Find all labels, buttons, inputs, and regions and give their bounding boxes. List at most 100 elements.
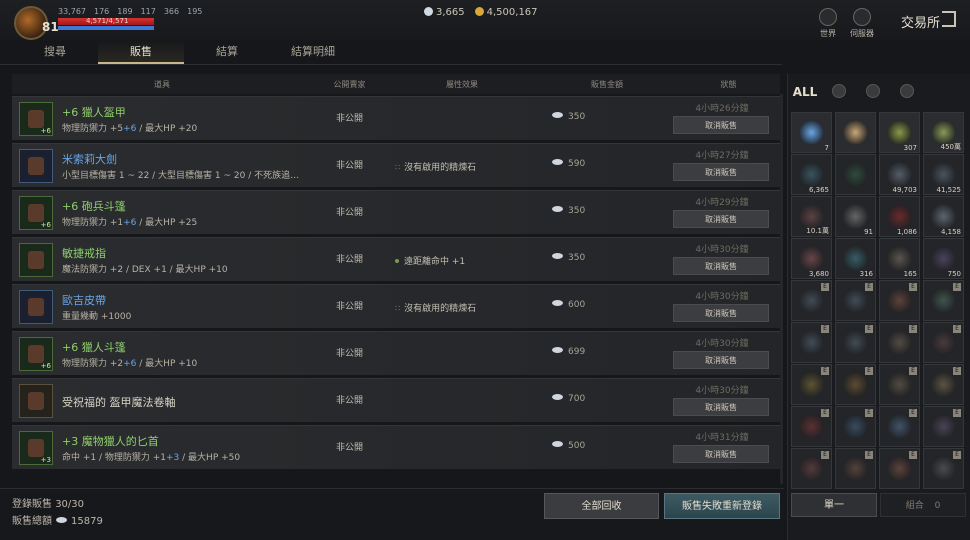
public-seller: 非公開	[335, 255, 363, 265]
price-value: 350	[568, 112, 586, 122]
item-icon	[843, 414, 868, 439]
cancel-sale-button[interactable]: 取消販售	[673, 351, 769, 369]
attribute-effect: ∷ 沒有啟用的精煉石	[395, 301, 476, 314]
tab-search[interactable]: 搜尋	[12, 40, 98, 64]
inventory-slot[interactable]: E	[835, 322, 876, 363]
enchant-level: +6	[40, 221, 51, 229]
item-icon[interactable]: +3	[19, 431, 53, 465]
inventory-slot[interactable]: E	[879, 322, 920, 363]
sale-price: 699	[552, 347, 585, 357]
public-seller: 非公開	[335, 208, 363, 218]
inventory-slot[interactable]: E	[879, 280, 920, 321]
table-row[interactable]: 米索莉大劍小型目標傷害 1 ~ 22 / 大型目標傷害 1 ~ 20 / 不死族…	[12, 143, 780, 187]
scrollbar[interactable]	[780, 94, 783, 484]
cancel-sale-button[interactable]: 取消販售	[673, 116, 769, 134]
inventory-slot[interactable]: 750	[923, 238, 964, 279]
crystal-icon	[552, 112, 563, 118]
inventory-slot[interactable]: 49,703	[879, 154, 920, 195]
filter-consumable[interactable]	[856, 83, 890, 101]
cancel-sale-button[interactable]: 取消販售	[673, 257, 769, 275]
filter-all[interactable]: ALL	[788, 85, 822, 99]
server-button[interactable]: 伺服器	[842, 8, 882, 39]
inventory-slot[interactable]: 316	[835, 238, 876, 279]
table-row[interactable]: 歐吉皮帶 重量幾動 +1000 非公開 ∷ 沒有啟用的精煉石 600 4小時30分鐘 取消販售	[12, 284, 780, 328]
inventory-slot[interactable]: 10.1萬	[791, 196, 832, 237]
inventory-slot[interactable]: 91	[835, 196, 876, 237]
public-seller: 非公開	[335, 161, 363, 171]
table-row[interactable]: +6 +6 獵人斗篷 物理防禦力 +2+6 / 最大HP +10 非公開 699 4小時3…	[12, 331, 780, 375]
single-mode-button[interactable]: 單一	[791, 493, 877, 517]
table-row[interactable]: 敏捷戒指 魔法防禦力 +2 / DEX +1 / 最大HP +10 非公開 遠距離命中…	[12, 237, 780, 281]
item-stats-text: 命中 +1 / 物理防禦力 +1	[62, 453, 167, 463]
inventory-slot[interactable]: 450萬	[923, 112, 964, 153]
inventory-slot[interactable]: E	[791, 280, 832, 321]
tab-settlement[interactable]: 結算	[184, 40, 270, 64]
inventory-slot[interactable]: E	[879, 364, 920, 405]
item-stats-text: 物理防禦力 +1	[62, 218, 124, 228]
inventory-slot[interactable]: E	[923, 322, 964, 363]
inventory-slot[interactable]: 41,525	[923, 154, 964, 195]
item-icon[interactable]: +6	[19, 102, 53, 136]
inventory-slot[interactable]: 4,158	[923, 196, 964, 237]
item-icon[interactable]	[19, 243, 53, 277]
inventory-slot[interactable]: E	[835, 448, 876, 489]
item-icon[interactable]	[19, 384, 53, 418]
inventory-slot[interactable]: E	[879, 448, 920, 489]
inventory-slot[interactable]: E	[923, 280, 964, 321]
item-glyph	[28, 251, 44, 269]
table-row[interactable]: +6 +6 砲兵斗篷 物理防禦力 +1+6 / 最大HP +25 非公開 350 4小時2…	[12, 190, 780, 234]
inventory-slot[interactable]: 1,086	[879, 196, 920, 237]
item-icon	[799, 246, 824, 271]
inventory-slot[interactable]: E	[923, 364, 964, 405]
cancel-sale-button[interactable]: 取消販售	[673, 163, 769, 181]
table-row[interactable]: 受祝福的 盔甲魔法卷軸 非公開 700 4小時30分鐘 取消販售	[12, 378, 780, 422]
inventory-slot[interactable]: E	[923, 406, 964, 447]
inventory-slot[interactable]: E	[835, 406, 876, 447]
tab-sell[interactable]: 販售	[98, 40, 184, 64]
inventory-slot[interactable]: 3,680	[791, 238, 832, 279]
inventory-slot[interactable]: 307	[879, 112, 920, 153]
item-icon[interactable]: +6	[19, 196, 53, 230]
player-level: 81	[42, 20, 59, 34]
filter-auction[interactable]	[890, 83, 924, 101]
crystal-icon	[552, 394, 563, 400]
exit-icon[interactable]	[942, 11, 956, 27]
inventory-slot[interactable]: E	[791, 448, 832, 489]
equipped-badge: E	[953, 451, 961, 459]
cancel-sale-button[interactable]: 取消販售	[673, 210, 769, 228]
filter-equipment[interactable]	[822, 83, 856, 101]
item-icon[interactable]	[19, 290, 53, 324]
table-row[interactable]: +6 +6 獵人盔甲 物理防禦力 +5+6 / 最大HP +20 非公開 350 4小時2…	[12, 96, 780, 140]
inventory-slot[interactable]: E	[879, 406, 920, 447]
inventory-slot[interactable]: E	[923, 448, 964, 489]
item-icon[interactable]: +6	[19, 337, 53, 371]
tab-settlement-details[interactable]: 結算明細	[270, 40, 356, 64]
inventory-slot[interactable]: 6,365	[791, 154, 832, 195]
cancel-sale-button[interactable]: 取消販售	[673, 398, 769, 416]
inventory-slot[interactable]: E	[791, 322, 832, 363]
recall-all-button[interactable]: 全部回收	[544, 493, 659, 519]
relist-failed-button[interactable]: 販售失敗重新登錄	[664, 493, 780, 519]
item-icon	[887, 120, 912, 145]
item-name: +6 獵人盔甲	[62, 106, 126, 119]
cancel-sale-button[interactable]: 取消販售	[673, 304, 769, 322]
inventory-slot[interactable]	[835, 112, 876, 153]
item-stats-tail: / 最大HP +20	[136, 124, 198, 134]
inventory-slot[interactable]: E	[791, 364, 832, 405]
item-stats: 小型目標傷害 1 ~ 22 / 大型目標傷害 1 ~ 20 / 不死族追加...	[62, 168, 307, 181]
item-icon[interactable]	[19, 149, 53, 183]
inventory-slot[interactable]: 165	[879, 238, 920, 279]
table-row[interactable]: +3 +3 魔物獵人的匕首 命中 +1 / 物理防禦力 +1+3 / 最大HP +5…	[12, 425, 780, 469]
enchant-level: +6	[40, 127, 51, 135]
item-stats-tail: / 最大HP +25	[136, 218, 198, 228]
inventory-slot[interactable]: E	[791, 406, 832, 447]
potion-icon	[866, 83, 880, 98]
combine-mode-button[interactable]: 組合 0	[880, 493, 966, 517]
inventory-slot[interactable]: E	[835, 280, 876, 321]
cancel-sale-button[interactable]: 取消販售	[673, 445, 769, 463]
inventory-slot[interactable]: 7	[791, 112, 832, 153]
inventory-slot[interactable]	[835, 154, 876, 195]
inventory-slot[interactable]: E	[835, 364, 876, 405]
item-name: 米索莉大劍	[62, 153, 117, 166]
item-stats-text: 重量幾動 +1000	[62, 312, 132, 322]
